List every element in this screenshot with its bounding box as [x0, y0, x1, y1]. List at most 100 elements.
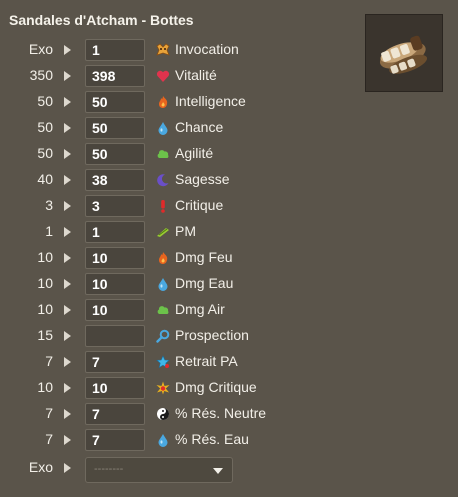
- increment-arrow[interactable]: [64, 357, 71, 367]
- stat-value-input[interactable]: 7: [85, 403, 145, 425]
- stat-value-input[interactable]: 7: [85, 351, 145, 373]
- increment-arrow[interactable]: [64, 123, 71, 133]
- increment-arrow[interactable]: [64, 409, 71, 419]
- stat-value-input[interactable]: 50: [85, 117, 145, 139]
- stat-value-input[interactable]: 50: [85, 91, 145, 113]
- base-value: 7: [45, 405, 53, 421]
- stat-label: Sagesse: [175, 171, 230, 187]
- stat-label: Prospection: [175, 327, 249, 343]
- stat-label: % Rés. Neutre: [175, 405, 267, 421]
- stat-value-input[interactable]: 10: [85, 299, 145, 321]
- base-value: 1: [45, 223, 53, 239]
- stat-value-input[interactable]: 50: [85, 143, 145, 165]
- base-value: 40: [37, 171, 53, 187]
- increment-arrow[interactable]: [64, 45, 71, 55]
- base-value: 350: [29, 67, 53, 83]
- stat-value-input[interactable]: 10: [85, 273, 145, 295]
- moon-icon: [156, 173, 170, 187]
- exo-label: Exo: [28, 459, 53, 475]
- stat-label: Dmg Feu: [175, 249, 233, 265]
- increment-arrow[interactable]: [64, 227, 71, 237]
- stat-row: 1 1 PM: [0, 220, 458, 246]
- air-cloud-icon: [156, 303, 170, 317]
- increment-arrow[interactable]: [64, 149, 71, 159]
- water-drop-icon: [156, 277, 170, 291]
- stat-row: 10 10 Dmg Feu: [0, 246, 458, 272]
- boot-icon: [156, 225, 170, 239]
- star-icon: [156, 355, 170, 369]
- base-value: 15: [37, 327, 53, 343]
- magnifier-icon: [156, 329, 170, 343]
- increment-arrow[interactable]: [64, 435, 71, 445]
- stat-row: Exo 1 Invocation: [0, 38, 458, 64]
- stat-row: 50 50 Intelligence: [0, 90, 458, 116]
- stat-value-input[interactable]: 38: [85, 169, 145, 191]
- stat-row: 15 Prospection: [0, 324, 458, 350]
- stat-row: 10 10 Dmg Eau: [0, 272, 458, 298]
- exclamation-icon: [156, 199, 170, 213]
- base-value: 50: [37, 119, 53, 135]
- yin-yang-icon: [156, 407, 170, 421]
- base-value: 50: [37, 93, 53, 109]
- increment-arrow[interactable]: [64, 253, 71, 263]
- increment-arrow[interactable]: [64, 175, 71, 185]
- stat-value-input[interactable]: 1: [85, 221, 145, 243]
- stat-value-input[interactable]: 398: [85, 65, 145, 87]
- stat-label: Dmg Critique: [175, 379, 257, 395]
- increment-arrow[interactable]: [64, 201, 71, 211]
- stat-label: Retrait PA: [175, 353, 238, 369]
- stat-label: Dmg Eau: [175, 275, 234, 291]
- stat-row: 3 3 Critique: [0, 194, 458, 220]
- stat-row: 7 7 % Rés. Neutre: [0, 402, 458, 428]
- increment-arrow[interactable]: [64, 305, 71, 315]
- water-drop-icon: [156, 433, 170, 447]
- stat-row: 10 10 Dmg Air: [0, 298, 458, 324]
- stat-label: Intelligence: [175, 93, 246, 109]
- increment-arrow[interactable]: [64, 463, 71, 473]
- increment-arrow[interactable]: [64, 97, 71, 107]
- item-title: Sandales d'Atcham - Bottes: [9, 12, 194, 28]
- exo-row: Exo --------: [0, 456, 458, 483]
- stat-value-input[interactable]: 10: [85, 377, 145, 399]
- stat-row: 7 7 % Rés. Eau: [0, 428, 458, 454]
- stat-value-input[interactable]: 7: [85, 429, 145, 451]
- base-value: Exo: [28, 41, 53, 57]
- base-value: 10: [37, 379, 53, 395]
- stat-row: 10 10 Dmg Critique: [0, 376, 458, 402]
- chevron-down-icon: [213, 468, 223, 474]
- base-value: 10: [37, 249, 53, 265]
- stat-label: % Rés. Eau: [175, 431, 249, 447]
- stat-label: Dmg Air: [175, 301, 225, 317]
- stat-label: Vitalité: [175, 67, 217, 83]
- stat-value-input[interactable]: 1: [85, 39, 145, 61]
- increment-arrow[interactable]: [64, 279, 71, 289]
- exo-select[interactable]: --------: [85, 457, 233, 483]
- stat-row: 40 38 Sagesse: [0, 168, 458, 194]
- stat-label: Invocation: [175, 41, 239, 57]
- air-cloud-icon: [156, 147, 170, 161]
- stat-value-input[interactable]: 10: [85, 247, 145, 269]
- base-value: 10: [37, 275, 53, 291]
- increment-arrow[interactable]: [64, 383, 71, 393]
- water-drop-icon: [156, 121, 170, 135]
- stat-label: Agilité: [175, 145, 214, 161]
- fire-icon: [156, 251, 170, 265]
- heart-icon: [156, 69, 170, 83]
- stat-row: 50 50 Agilité: [0, 142, 458, 168]
- stat-label: Critique: [175, 197, 224, 213]
- base-value: 7: [45, 431, 53, 447]
- stat-label: PM: [175, 223, 196, 239]
- base-value: 3: [45, 197, 53, 213]
- stat-label: Chance: [175, 119, 224, 135]
- increment-arrow[interactable]: [64, 71, 71, 81]
- stat-row: 50 50 Chance: [0, 116, 458, 142]
- exo-select-placeholder: --------: [94, 463, 124, 475]
- fire-icon: [156, 95, 170, 109]
- stat-row: 7 7 Retrait PA: [0, 350, 458, 376]
- increment-arrow[interactable]: [64, 331, 71, 341]
- base-value: 10: [37, 301, 53, 317]
- critical-burst-icon: [156, 381, 170, 395]
- stat-value-input[interactable]: 3: [85, 195, 145, 217]
- stat-value-input[interactable]: [85, 325, 145, 347]
- base-value: 50: [37, 145, 53, 161]
